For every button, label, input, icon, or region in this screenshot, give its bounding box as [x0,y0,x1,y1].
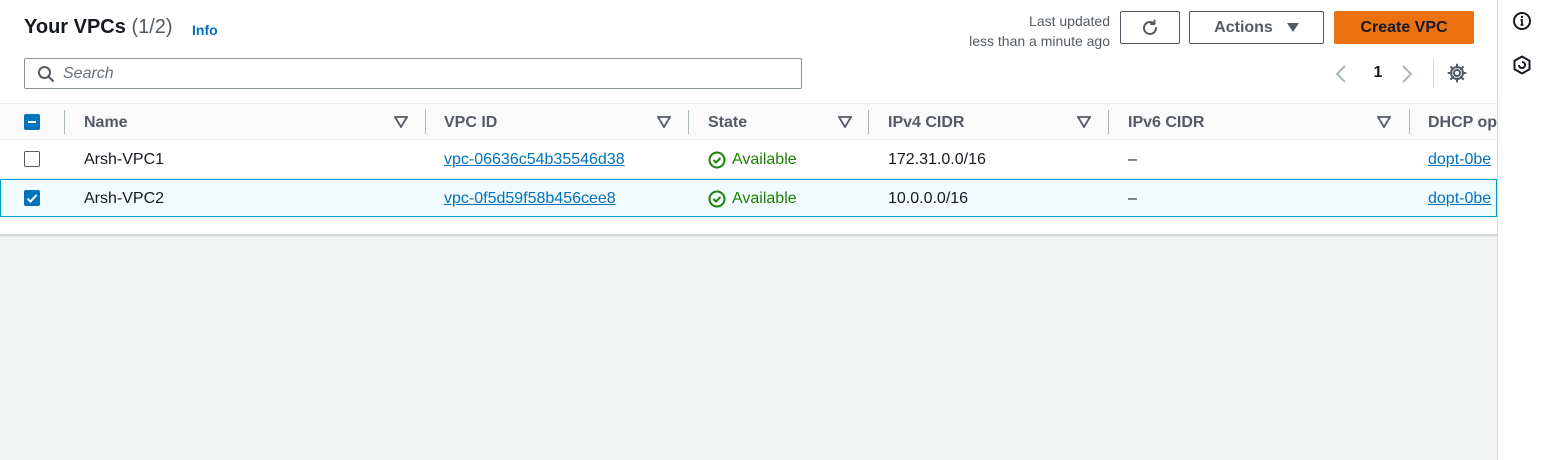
sort-caret-icon [838,116,852,128]
sort-caret-icon [1377,116,1391,128]
info-panel-button[interactable] [1512,11,1532,36]
gear-icon [1447,63,1467,83]
sort-caret-icon [657,116,671,128]
dhcp-options-link[interactable]: dopt-0be [1428,151,1491,169]
vpc-table-panel: Your VPCs (1/2) Info Last updated less t… [0,0,1497,235]
last-updated-label: Last updated [1029,13,1110,29]
column-header-ipv6-cidr[interactable]: IPv6 CIDR [1128,104,1398,141]
chevron-right-icon [1402,65,1413,83]
table-preferences-button[interactable] [1447,63,1467,88]
indeterminate-icon [28,121,36,123]
column-header-label: State [708,113,748,131]
check-circle-icon [708,151,726,168]
column-header-ipv4-cidr[interactable]: IPv4 CIDR [888,104,1098,141]
column-header-dhcp[interactable]: DHCP op [1428,104,1497,141]
last-updated-value: less than a minute ago [969,33,1110,49]
hexagon-icon [1513,55,1531,75]
column-header-vpc-id[interactable]: VPC ID [444,104,679,141]
actions-label: Actions [1214,18,1273,36]
sort-caret-icon [394,116,408,128]
search-box [24,58,802,89]
selection-count: (1/2) [131,16,173,38]
state-label: Available [732,189,797,207]
column-header-name[interactable]: Name [84,104,414,141]
ipv6-cidr: – [1128,150,1137,168]
sort-caret-icon [1077,116,1091,128]
current-page-number[interactable]: 1 [1370,64,1386,82]
vpc-id-cell: vpc-0f5d59f58b456cee8 [444,180,616,217]
state-cell: Available [708,141,797,178]
pagination-divider [1433,58,1434,88]
column-divider [868,110,869,134]
ipv6-cidr: – [1128,189,1137,207]
search-input[interactable] [63,61,783,86]
ipv4-cidr: 10.0.0.0/16 [888,189,969,207]
row-checkbox[interactable] [24,190,40,206]
caret-down-icon [1286,22,1299,32]
create-vpc-label: Create VPC [1360,18,1448,36]
column-header-label: Name [84,113,128,131]
check-circle-icon [708,190,726,207]
column-divider [64,110,65,134]
title-text: Your VPCs [24,16,126,38]
vpc-id-link[interactable]: vpc-06636c54b35546d38 [444,151,625,169]
row-checkbox[interactable] [24,151,40,167]
column-header-label: IPv6 CIDR [1128,113,1205,131]
create-vpc-button[interactable]: Create VPC [1334,11,1474,44]
last-updated: Last updated less than a minute ago [969,11,1110,51]
actions-dropdown-button[interactable]: Actions [1189,11,1324,44]
vpc-name: Arsh-VPC2 [84,189,165,207]
resources-panel-button[interactable] [1512,55,1532,80]
vpc-name: Arsh-VPC1 [84,150,165,168]
refresh-icon [1143,19,1157,35]
column-header-state[interactable]: State [708,104,858,141]
dhcp-cell: dopt-0be [1428,180,1491,217]
state-cell: Available [708,180,797,217]
checkmark-icon [26,194,38,203]
main-area: Your VPCs (1/2) Info Last updated less t… [0,0,1497,460]
table-row[interactable]: Arsh-VPC2 vpc-0f5d59f58b456cee8 Availabl… [0,179,1497,217]
refresh-button[interactable] [1120,11,1180,44]
dhcp-options-link[interactable]: dopt-0be [1428,190,1491,208]
search-icon [38,66,54,82]
right-tools-rail [1497,0,1546,460]
info-link[interactable]: Info [192,22,218,38]
page-title: Your VPCs (1/2) [24,16,173,39]
chevron-left-icon [1335,65,1346,83]
column-divider [425,110,426,134]
dhcp-cell: dopt-0be [1428,141,1491,178]
column-divider [1108,110,1109,134]
state-label: Available [732,150,797,168]
previous-page-button[interactable] [1334,62,1348,86]
column-divider [688,110,689,134]
column-divider [1409,110,1410,134]
table-header: Name VPC ID State IPv4 CIDR IPv6 CIDR DH… [0,103,1497,140]
ipv4-cidr: 172.31.0.0/16 [888,150,986,168]
column-header-label: VPC ID [444,113,498,131]
info-icon [1513,12,1531,30]
table-row[interactable]: Arsh-VPC1 vpc-06636c54b35546d38 Availabl… [0,141,1497,179]
column-header-label: DHCP op [1428,113,1497,131]
vpc-id-link[interactable]: vpc-0f5d59f58b456cee8 [444,190,616,208]
next-page-button[interactable] [1400,62,1414,86]
select-all-checkbox[interactable] [24,114,40,130]
column-header-label: IPv4 CIDR [888,113,965,131]
vpc-id-cell: vpc-06636c54b35546d38 [444,141,625,178]
